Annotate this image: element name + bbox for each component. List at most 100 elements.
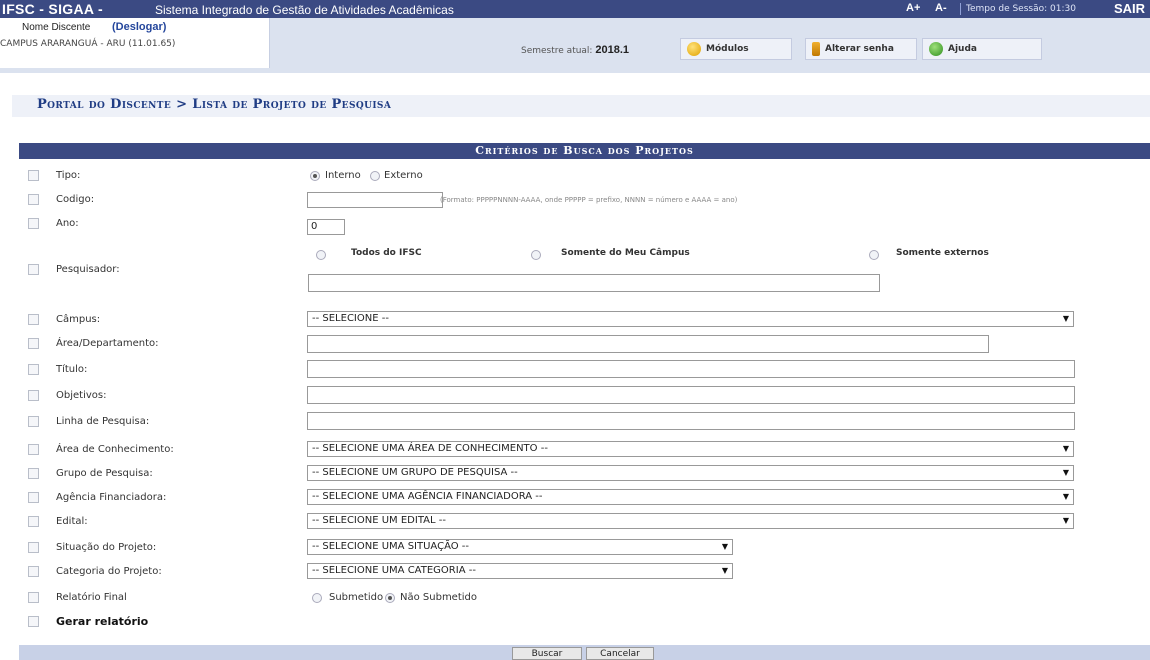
search-button[interactable]: Buscar [512,647,582,660]
campus-select-value: -- SELECIONE -- [312,313,389,324]
edital-select[interactable]: -- SELECIONE UM EDITAL -- ▼ [307,513,1074,529]
modules-icon [687,42,701,56]
current-semester: Semestre atual: 2018.1 [521,44,629,56]
chevron-down-icon: ▼ [721,542,728,551]
ano-checkbox[interactable] [28,218,39,229]
row-tipo: Tipo: Interno Externo [19,166,1150,187]
row-gerar-relatorio: Gerar relatório [19,612,1150,633]
relatorio-submetido-radio[interactable] [312,593,322,603]
relatorio-nao-submetido-radio[interactable] [385,593,395,603]
ano-input[interactable]: 0 [307,219,345,235]
grupo-pesquisa-label: Grupo de Pesquisa: [56,468,153,479]
titulo-label: Título: [56,364,88,375]
linha-pesquisa-checkbox[interactable] [28,416,39,427]
titulo-checkbox[interactable] [28,364,39,375]
categoria-select[interactable]: -- SELECIONE UMA CATEGORIA -- ▼ [307,563,733,579]
row-edital: Edital: -- SELECIONE UM EDITAL -- ▼ [19,512,1150,533]
agencia-financiadora-checkbox[interactable] [28,492,39,503]
page-title: Portal do Discente > Lista de Projeto de… [37,97,392,112]
chevron-down-icon: ▼ [1062,468,1069,477]
pesquisador-externos-radio[interactable] [869,250,879,260]
help-icon [929,42,943,56]
tipo-interno-radio[interactable] [310,171,320,181]
system-name: Sistema Integrado de Gestão de Atividade… [155,3,454,17]
deslogar-link[interactable]: (Deslogar) [112,21,166,33]
codigo-input[interactable] [307,192,443,208]
pesquisador-campus-label: Somente do Meu Câmpus [561,248,690,258]
area-conhecimento-checkbox[interactable] [28,444,39,455]
campus-select[interactable]: -- SELECIONE -- ▼ [307,311,1074,327]
area-conhecimento-select-value: -- SELECIONE UMA ÁREA DE CONHECIMENTO -- [312,443,548,454]
pesquisador-input[interactable] [308,274,880,292]
relatorio-final-label: Relatório Final [56,592,127,603]
row-situacao: Situação do Projeto: -- SELECIONE UMA SI… [19,538,1150,559]
grupo-pesquisa-select[interactable]: -- SELECIONE UM GRUPO DE PESQUISA -- ▼ [307,465,1074,481]
edital-checkbox[interactable] [28,516,39,527]
key-icon [812,42,820,56]
pesquisador-todos-radio[interactable] [316,250,326,260]
relatorio-final-checkbox[interactable] [28,592,39,603]
area-conhecimento-label: Área de Conhecimento: [56,444,174,455]
situacao-label: Situação do Projeto: [56,542,157,553]
help-label: Ajuda [948,44,977,54]
font-decrease-button[interactable]: A- [935,2,947,14]
agencia-financiadora-label: Agência Financiadora: [56,492,167,503]
campus-checkbox[interactable] [28,314,39,325]
codigo-format-hint: (Formato: PPPPPNNNN-AAAA, onde PPPPP = p… [440,196,738,204]
row-codigo: Codigo: (Formato: PPPPPNNNN-AAAA, onde P… [19,190,1150,211]
user-campus: CAMPUS ARARANGUÁ - ARU (11.01.65) [0,39,176,49]
cancel-button[interactable]: Cancelar [586,647,654,660]
pesquisador-checkbox[interactable] [28,264,39,275]
tipo-externo-radio[interactable] [370,171,380,181]
linha-pesquisa-input[interactable] [307,412,1075,430]
pesquisador-label: Pesquisador: [56,264,120,275]
objetivos-input[interactable] [307,386,1075,404]
tipo-checkbox[interactable] [28,170,39,181]
change-password-button[interactable]: Alterar senha [805,38,917,60]
form-title: Critérios de Busca dos Projetos [19,143,1150,159]
help-button[interactable]: Ajuda [922,38,1042,60]
user-name: Nome Discente [22,22,91,33]
grupo-pesquisa-checkbox[interactable] [28,468,39,479]
row-agencia-financiadora: Agência Financiadora: -- SELECIONE UMA A… [19,488,1150,509]
ano-label: Ano: [56,218,79,229]
pesquisador-campus-radio[interactable] [531,250,541,260]
categoria-select-value: -- SELECIONE UMA CATEGORIA -- [312,565,476,576]
situacao-select[interactable]: -- SELECIONE UMA SITUAÇÃO -- ▼ [307,539,733,555]
chevron-down-icon: ▼ [1062,516,1069,525]
area-conhecimento-select[interactable]: -- SELECIONE UMA ÁREA DE CONHECIMENTO --… [307,441,1074,457]
user-box: Nome Discente (Deslogar) CAMPUS ARARANGU… [0,18,270,68]
codigo-checkbox[interactable] [28,194,39,205]
agencia-financiadora-select[interactable]: -- SELECIONE UMA AGÊNCIA FINANCIADORA --… [307,489,1074,505]
row-ano: Ano: 0 [19,214,1150,235]
tipo-interno-label: Interno [325,170,361,181]
gerar-relatorio-checkbox[interactable] [28,616,39,627]
font-increase-button[interactable]: A+ [906,2,920,14]
chevron-down-icon: ▼ [1062,444,1069,453]
titulo-input[interactable] [307,360,1075,378]
chevron-down-icon: ▼ [721,566,728,575]
row-campus: Câmpus: -- SELECIONE -- ▼ [19,310,1150,331]
row-area-conhecimento: Área de Conhecimento: -- SELECIONE UMA Á… [19,440,1150,461]
campus-label: Câmpus: [56,314,101,325]
situacao-select-value: -- SELECIONE UMA SITUAÇÃO -- [312,541,470,552]
relatorio-submetido-label: Submetido [329,592,384,603]
change-password-label: Alterar senha [825,44,894,54]
edital-select-value: -- SELECIONE UM EDITAL -- [312,515,446,526]
pesquisador-todos-label: Todos do IFSC [351,248,422,258]
gerar-relatorio-label: Gerar relatório [56,615,149,628]
row-grupo-pesquisa: Grupo de Pesquisa: -- SELECIONE UM GRUPO… [19,464,1150,485]
top-bar: IFSC - SIGAA - Sistema Integrado de Gest… [0,0,1150,18]
categoria-checkbox[interactable] [28,566,39,577]
area-departamento-input[interactable] [307,335,989,353]
area-departamento-checkbox[interactable] [28,338,39,349]
row-titulo: Título: [19,360,1150,381]
logout-button[interactable]: SAIR [1114,1,1145,16]
modules-label: Módulos [706,44,749,54]
categoria-label: Categoria do Projeto: [56,566,162,577]
row-area-departamento: Área/Departamento: [19,334,1150,355]
agencia-financiadora-select-value: -- SELECIONE UMA AGÊNCIA FINANCIADORA -- [312,491,543,502]
objetivos-checkbox[interactable] [28,390,39,401]
modules-button[interactable]: Módulos [680,38,792,60]
situacao-checkbox[interactable] [28,542,39,553]
